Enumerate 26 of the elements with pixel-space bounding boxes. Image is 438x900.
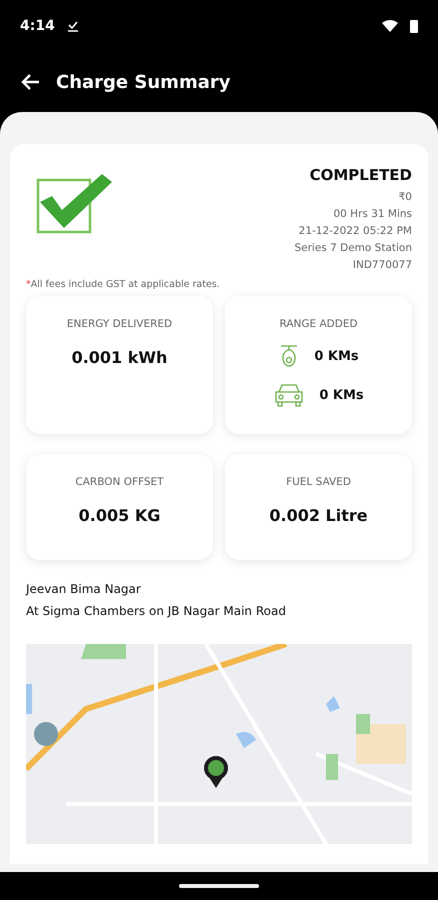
battery-icon: [410, 19, 418, 33]
summary-detail: IND770077: [352, 259, 412, 271]
metric-value: 0.002 Litre: [269, 506, 368, 525]
summary-detail: ₹0: [398, 191, 412, 203]
location-name: Jeevan Bima Nagar: [26, 582, 142, 596]
metric-label: FUEL SAVED: [286, 476, 351, 488]
fee-note: *All fees include GST at applicable rates.: [26, 279, 221, 290]
wifi-icon: [382, 20, 398, 32]
back-button[interactable]: [20, 73, 40, 91]
download-done-icon: [66, 20, 79, 32]
metric-label: RANGE ADDED: [279, 318, 358, 330]
metric-value: 0.005 KG: [78, 506, 160, 525]
status-time: 4:14: [20, 18, 55, 34]
summary-detail: 21-12-2022 05:22 PM: [298, 225, 412, 237]
page-title: Charge Summary: [56, 72, 230, 92]
range-value: 0 KMs: [314, 348, 359, 364]
range-value: 0 KMs: [319, 388, 364, 402]
car-icon: [273, 382, 306, 408]
summary-detail: 00 Hrs 31 Mins: [333, 208, 412, 220]
checkmark-icon: [36, 172, 114, 234]
metric-label: CARBON OFFSET: [75, 476, 164, 488]
location-address: At Sigma Chambers on JB Nagar Main Road: [26, 604, 287, 618]
metric-label: ENERGY DELIVERED: [66, 318, 172, 330]
summary-detail: Series 7 Demo Station: [294, 242, 412, 254]
charge-status: COMPLETED: [310, 166, 412, 184]
metric-value: 0.001 kWh: [72, 348, 168, 367]
